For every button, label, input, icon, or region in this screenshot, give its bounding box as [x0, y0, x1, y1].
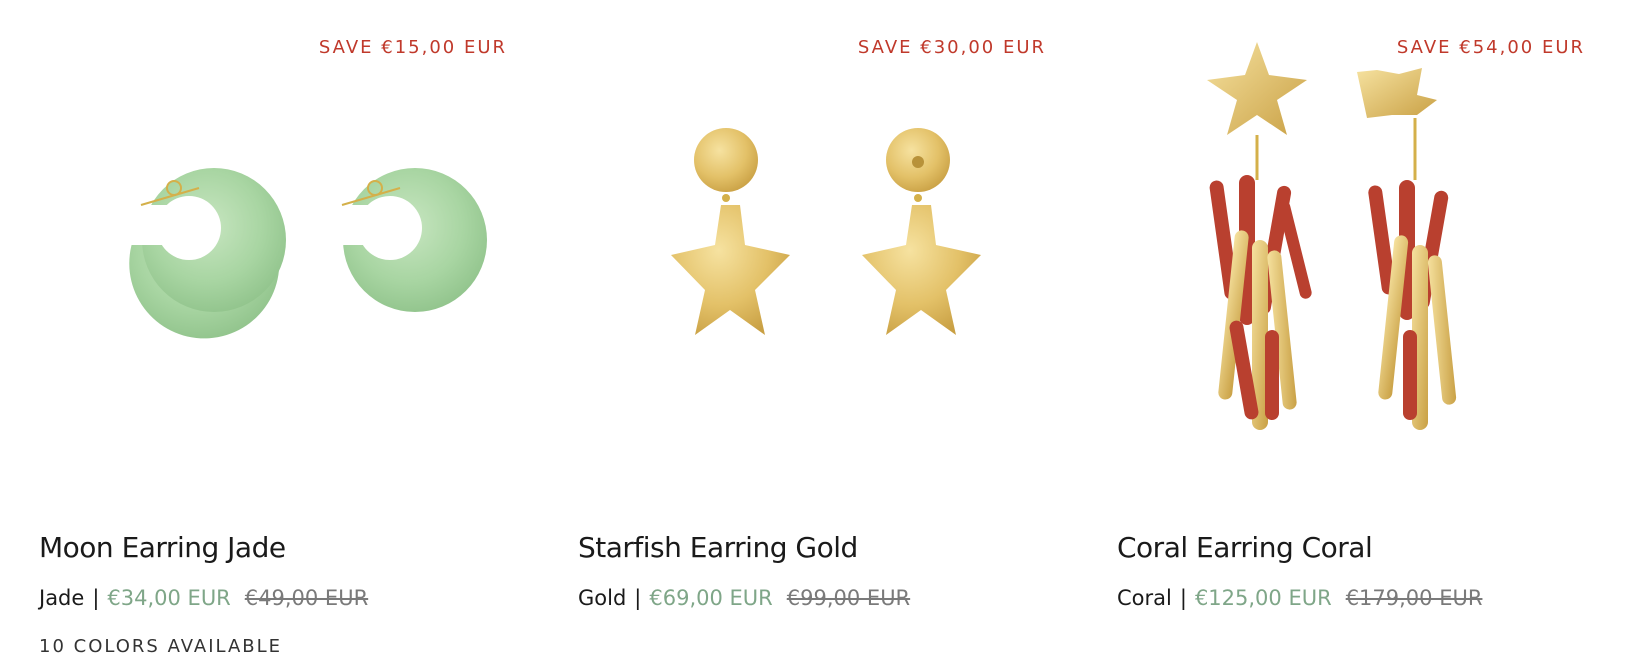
product-title[interactable]: Moon Earring Jade — [39, 531, 286, 564]
compare-price: €179,00 EUR — [1345, 586, 1483, 610]
product-title[interactable]: Starfish Earring Gold — [578, 531, 858, 564]
product-image-link[interactable]: SAVE €54,00 EUR — [1117, 0, 1621, 500]
price-line: Jade | €34,00 EUR €49,00 EUR — [39, 586, 368, 610]
coral-earrings-image — [1207, 42, 1457, 430]
price-line: Gold | €69,00 EUR €99,00 EUR — [578, 586, 910, 610]
save-badge: SAVE €30,00 EUR — [857, 37, 1046, 58]
earring-left — [99, 168, 286, 339]
sale-price: €34,00 EUR — [107, 586, 231, 610]
product-title[interactable]: Coral Earring Coral — [1117, 531, 1373, 564]
colors-available-link[interactable]: 10 COLORS AVAILABLE — [39, 636, 282, 657]
earring-right — [300, 168, 487, 312]
price-line: Coral | €125,00 EUR €179,00 EUR — [1117, 586, 1482, 610]
variant-label: Coral — [1117, 586, 1172, 610]
earring-left — [1207, 42, 1312, 430]
product-grid: SAVE €15,00 EUR Moon Earring Jade Jade | €… — [39, 0, 1599, 668]
separator: | — [92, 586, 100, 610]
compare-price: €99,00 EUR — [786, 586, 911, 610]
product-card: SAVE €15,00 EUR Moon Earring Jade Jade | €… — [39, 0, 543, 668]
variant-label: Gold — [578, 586, 627, 610]
product-image-link[interactable]: SAVE €15,00 EUR — [39, 0, 543, 500]
earring-right — [862, 128, 981, 335]
save-badge: SAVE €54,00 EUR — [1396, 37, 1585, 58]
variant-label: Jade — [39, 586, 85, 610]
earring-left — [671, 128, 790, 335]
save-badge: SAVE €15,00 EUR — [318, 37, 507, 58]
separator: | — [1179, 586, 1187, 610]
product-card: SAVE €30,00 EUR Starfish Earring Gold Go… — [578, 0, 1082, 668]
starfish-earrings-image — [671, 128, 981, 335]
product-image-link[interactable]: SAVE €30,00 EUR — [578, 0, 1082, 500]
jade-hoop-earrings-image — [99, 168, 487, 339]
sale-price: €69,00 EUR — [649, 586, 773, 610]
separator: | — [634, 586, 642, 610]
product-card: SAVE €54,00 EUR Coral Earring Coral Cora… — [1117, 0, 1621, 668]
sale-price: €125,00 EUR — [1194, 586, 1332, 610]
compare-price: €49,00 EUR — [244, 586, 369, 610]
earring-right — [1357, 68, 1457, 430]
